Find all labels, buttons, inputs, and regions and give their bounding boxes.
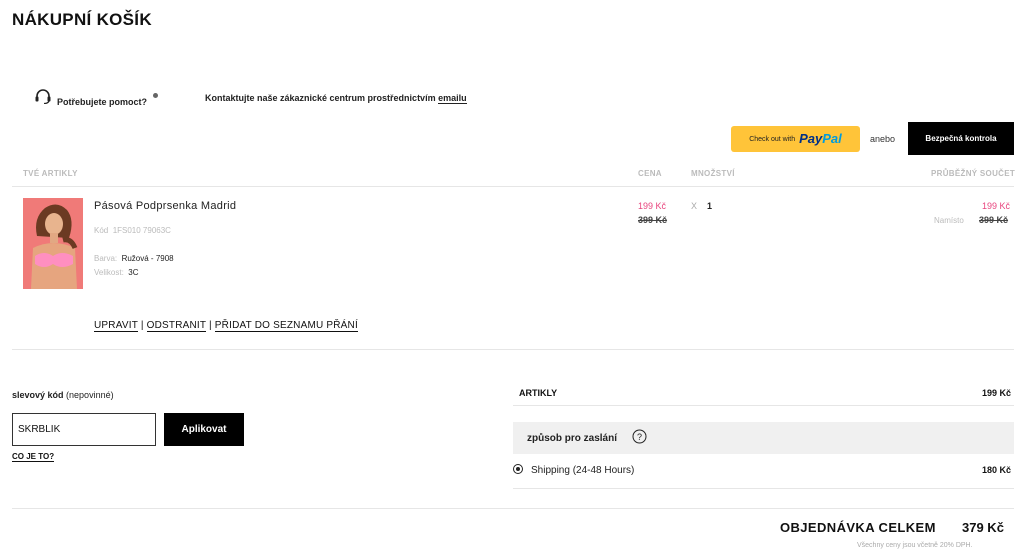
shipping-radio[interactable]	[513, 464, 523, 474]
subtotal-instead-label: Namísto	[934, 216, 964, 225]
divider	[12, 349, 1014, 350]
action-separator: |	[209, 320, 212, 331]
header-items: TVÉ ARTIKLY	[23, 169, 78, 178]
or-separator: anebo	[870, 134, 896, 144]
product-name[interactable]: Pásová Podprsenka Madrid	[94, 200, 236, 212]
paypal-logo: PayPal	[799, 130, 842, 148]
size-value: 3C	[128, 268, 139, 277]
vat-note: Všechny ceny jsou včetně 20% DPH.	[857, 542, 973, 549]
product-code: Kód 1FS010 79063C	[94, 220, 171, 238]
quantity-prefix: X	[691, 201, 698, 211]
order-total-value: 379 Kč	[962, 520, 1004, 535]
divider	[513, 488, 1014, 489]
summary-items-label: ARTIKLY	[519, 388, 558, 398]
help-contact-text: Kontaktujte naše zákaznické centrum pros…	[205, 93, 467, 104]
paypal-logo-pal: Pal	[822, 131, 842, 146]
coupon-label-main: slevový kód	[12, 390, 64, 400]
code-label: Kód	[94, 226, 109, 235]
email-link[interactable]: emailu	[438, 93, 467, 104]
divider	[12, 186, 1014, 187]
action-separator: |	[140, 320, 144, 331]
coupon-info-link[interactable]: CO JE TO?	[12, 452, 55, 462]
help-contact-label: Kontaktujte naše zákaznické centrum pros…	[205, 93, 439, 103]
product-image[interactable]	[23, 198, 83, 289]
unit-price-original: 399 Kč	[638, 215, 668, 225]
header-quantity: MNOŽSTVÍ	[691, 169, 735, 178]
edit-link[interactable]: UPRAVIT	[94, 320, 138, 332]
summary-items-value: 199 Kč	[982, 388, 1012, 398]
subtotal-original: 399 Kč	[979, 215, 1009, 225]
page-title: NÁKUPNÍ KOŠÍK	[12, 10, 152, 29]
divider	[513, 405, 1014, 406]
coupon-input[interactable]	[12, 413, 156, 446]
paypal-prefix: Check out with	[749, 135, 796, 143]
coupon-label: slevový kód (nepovinné)	[12, 390, 114, 400]
unit-price: 199 Kč	[638, 201, 667, 211]
apply-coupon-button[interactable]: Aplikovat	[164, 413, 244, 446]
code-value: 1FS010 79063C	[112, 226, 171, 235]
header-subtotal: PRŮBĚŽNÝ SOUČET	[931, 169, 1016, 178]
headset-icon	[35, 89, 51, 104]
add-to-wishlist-link[interactable]: PŘIDAT DO SEZNAMU PŘÁNÍ	[214, 320, 358, 332]
remove-link[interactable]: ODSTRANIT	[146, 320, 207, 332]
paypal-checkout-button[interactable]: Check out with PayPal	[731, 126, 860, 152]
help-question: Potřebujete pomoct?	[57, 97, 148, 107]
item-actions: UPRAVIT | ODSTRANIT | PŘIDAT DO SEZNAMU …	[94, 320, 358, 332]
quantity-value[interactable]: 1	[707, 201, 712, 211]
product-size: Velikost: 3C	[94, 262, 138, 280]
coupon-label-optional: (nepovinné)	[66, 390, 114, 400]
shipping-method-title: způsob pro zaslání	[527, 433, 618, 444]
question-circle-icon[interactable]: ?	[632, 429, 647, 444]
help-indicator-dot	[153, 93, 158, 98]
order-total-label: OBJEDNÁVKA CELKEM	[780, 520, 936, 535]
shipping-price: 180 Kč	[982, 465, 1012, 475]
shipping-option-label[interactable]: Shipping (24-48 Hours)	[531, 465, 634, 476]
svg-text:?: ?	[637, 432, 642, 442]
paypal-logo-pay: Pay	[799, 131, 823, 146]
secure-checkout-button[interactable]: Bezpečná kontrola	[908, 122, 1014, 155]
subtotal-price: 199 Kč	[982, 201, 1011, 211]
header-price: CENA	[638, 169, 662, 178]
size-label: Velikost:	[94, 268, 124, 277]
divider	[12, 508, 1014, 509]
product-photo	[23, 198, 83, 289]
